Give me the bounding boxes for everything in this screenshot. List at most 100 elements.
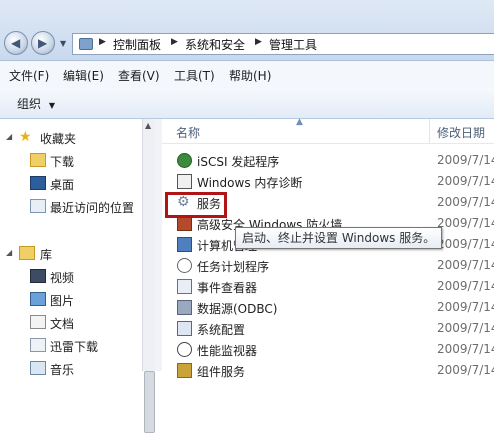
library-icon: [19, 246, 35, 260]
nav-item-videos[interactable]: 视频: [0, 267, 142, 287]
file-name: Windows 内存诊断: [197, 176, 303, 190]
odbc-icon: [177, 300, 192, 315]
nav-item-label: 桌面: [50, 178, 75, 192]
breadcrumb-separator-icon[interactable]: ▶: [99, 37, 106, 47]
recent-places-icon: [30, 199, 46, 213]
collapse-icon[interactable]: ◢: [6, 132, 12, 141]
nav-item-label: 图片: [50, 294, 75, 308]
nav-item-label: 视频: [50, 271, 75, 285]
breadcrumb-separator-icon[interactable]: ▶: [171, 37, 178, 47]
performance-monitor-icon: [177, 342, 192, 357]
nav-item-downloads[interactable]: 下载: [0, 151, 142, 171]
menu-edit[interactable]: 编辑(E): [63, 67, 104, 84]
file-row-odbc[interactable]: 数据源(ODBC) 2009/7/14: [162, 297, 494, 318]
address-path[interactable]: ▶ 控制面板 ▶ 系统和安全 ▶ 管理工具: [72, 33, 494, 55]
file-row-memory-diagnostic[interactable]: Windows 内存诊断 2009/7/14: [162, 171, 494, 192]
menu-help[interactable]: 帮助(H): [229, 67, 271, 84]
menu-tools[interactable]: 工具(T): [174, 67, 215, 84]
scroll-thumb[interactable]: [144, 371, 155, 433]
file-name: 系统配置: [197, 323, 246, 337]
documents-icon: [30, 315, 46, 329]
sort-indicator-icon: ▲: [296, 117, 303, 127]
highlight-box: [165, 192, 227, 218]
file-date: 2009/7/14: [437, 363, 494, 377]
music-icon: [30, 361, 46, 375]
organize-label: 组织: [17, 97, 42, 111]
column-divider[interactable]: [429, 119, 430, 143]
column-date-header[interactable]: 修改日期: [437, 124, 485, 141]
menu-file[interactable]: 文件(F): [9, 67, 49, 84]
menu-view[interactable]: 查看(V): [118, 67, 160, 84]
firewall-icon: [177, 216, 192, 231]
downloads-folder-icon: [30, 153, 46, 167]
file-date: 2009/7/14: [437, 237, 494, 251]
nav-item-pictures[interactable]: 图片: [0, 290, 142, 310]
forward-arrow-icon: ▶: [38, 36, 48, 50]
file-date: 2009/7/14: [437, 300, 494, 314]
event-viewer-icon: [177, 279, 192, 294]
scroll-up-icon[interactable]: ▲: [145, 121, 151, 130]
nav-item-music[interactable]: 音乐: [0, 359, 142, 379]
file-date: 2009/7/14: [437, 195, 494, 209]
file-date: 2009/7/14: [437, 321, 494, 335]
thunder-downloads-icon: [30, 338, 46, 352]
file-date: 2009/7/14: [437, 216, 494, 230]
file-date: 2009/7/14: [437, 279, 494, 293]
file-row-task-scheduler[interactable]: 任务计划程序 2009/7/14: [162, 255, 494, 276]
history-dropdown-icon[interactable]: ▼: [60, 39, 66, 48]
computer-management-icon: [177, 237, 192, 252]
file-name: 事件查看器: [197, 281, 258, 295]
star-icon: ★: [19, 129, 32, 145]
nav-item-documents[interactable]: 文档: [0, 313, 142, 333]
file-name: iSCSI 发起程序: [197, 155, 280, 169]
file-date: 2009/7/14: [437, 342, 494, 356]
memory-diagnostic-icon: [177, 174, 192, 189]
tooltip: 启动、终止并设置 Windows 服务。: [235, 227, 443, 249]
system-config-icon: [177, 321, 192, 336]
file-date: 2009/7/14: [437, 258, 494, 272]
file-row-system-config[interactable]: 系统配置 2009/7/14: [162, 318, 494, 339]
nav-item-label: 迅雷下载: [50, 340, 99, 354]
nav-libraries-label: 库: [40, 248, 53, 262]
menu-bar: 文件(F) 编辑(E) 查看(V) 工具(T) 帮助(H): [0, 61, 494, 89]
breadcrumb-separator-icon[interactable]: ▶: [255, 37, 262, 47]
nav-favorites-label: 收藏夹: [40, 132, 77, 146]
iscsi-icon: [177, 153, 192, 168]
breadcrumb-control-panel[interactable]: 控制面板: [113, 36, 161, 53]
address-bar: ◀ ▶ ▼ ▶ 控制面板 ▶ 系统和安全 ▶ 管理工具: [0, 0, 494, 61]
file-date: 2009/7/14: [437, 174, 494, 188]
breadcrumb-system-security[interactable]: 系统和安全: [185, 36, 245, 53]
nav-item-label: 下载: [50, 155, 75, 169]
pane-divider[interactable]: [155, 119, 162, 371]
collapse-icon[interactable]: ◢: [6, 248, 12, 257]
command-bar: 组织 ▼: [0, 88, 494, 119]
file-name: 数据源(ODBC): [197, 302, 278, 316]
nav-item-label: 音乐: [50, 363, 75, 377]
task-scheduler-icon: [177, 258, 192, 273]
nav-libraries[interactable]: ◢ 库: [0, 244, 142, 264]
forward-button[interactable]: ▶: [31, 31, 55, 55]
file-name: 任务计划程序: [197, 260, 270, 274]
desktop-icon: [30, 176, 46, 190]
column-header: ▲ 名称 修改日期: [162, 117, 494, 144]
nav-item-label: 文档: [50, 317, 75, 331]
column-name-header[interactable]: 名称: [176, 124, 200, 141]
file-date: 2009/7/14: [437, 153, 494, 167]
nav-scrollbar[interactable]: ▲: [142, 119, 155, 433]
file-name: 性能监视器: [197, 344, 258, 358]
nav-item-recent-places[interactable]: 最近访问的位置: [0, 197, 142, 217]
file-name: 组件服务: [197, 365, 246, 379]
file-row-event-viewer[interactable]: 事件查看器 2009/7/14: [162, 276, 494, 297]
nav-item-desktop[interactable]: 桌面: [0, 174, 142, 194]
back-button[interactable]: ◀: [4, 31, 28, 55]
breadcrumb-admin-tools[interactable]: 管理工具: [269, 36, 317, 53]
file-row-iscsi[interactable]: iSCSI 发起程序 2009/7/14: [162, 150, 494, 171]
videos-icon: [30, 269, 46, 283]
nav-item-thunder-downloads[interactable]: 迅雷下载: [0, 336, 142, 356]
file-list: ▲ 名称 修改日期 iSCSI 发起程序 2009/7/14 Windows 内…: [162, 117, 494, 379]
file-row-performance-monitor[interactable]: 性能监视器 2009/7/14: [162, 339, 494, 360]
organize-button[interactable]: 组织 ▼: [17, 95, 55, 112]
navigation-pane: ◢ ★ 收藏夹 下载 桌面 最近访问的位置 ◢ 库 视频 图片 文档 迅雷下载 …: [0, 119, 142, 377]
back-arrow-icon: ◀: [11, 36, 21, 50]
nav-favorites[interactable]: ◢ ★ 收藏夹: [0, 128, 142, 148]
